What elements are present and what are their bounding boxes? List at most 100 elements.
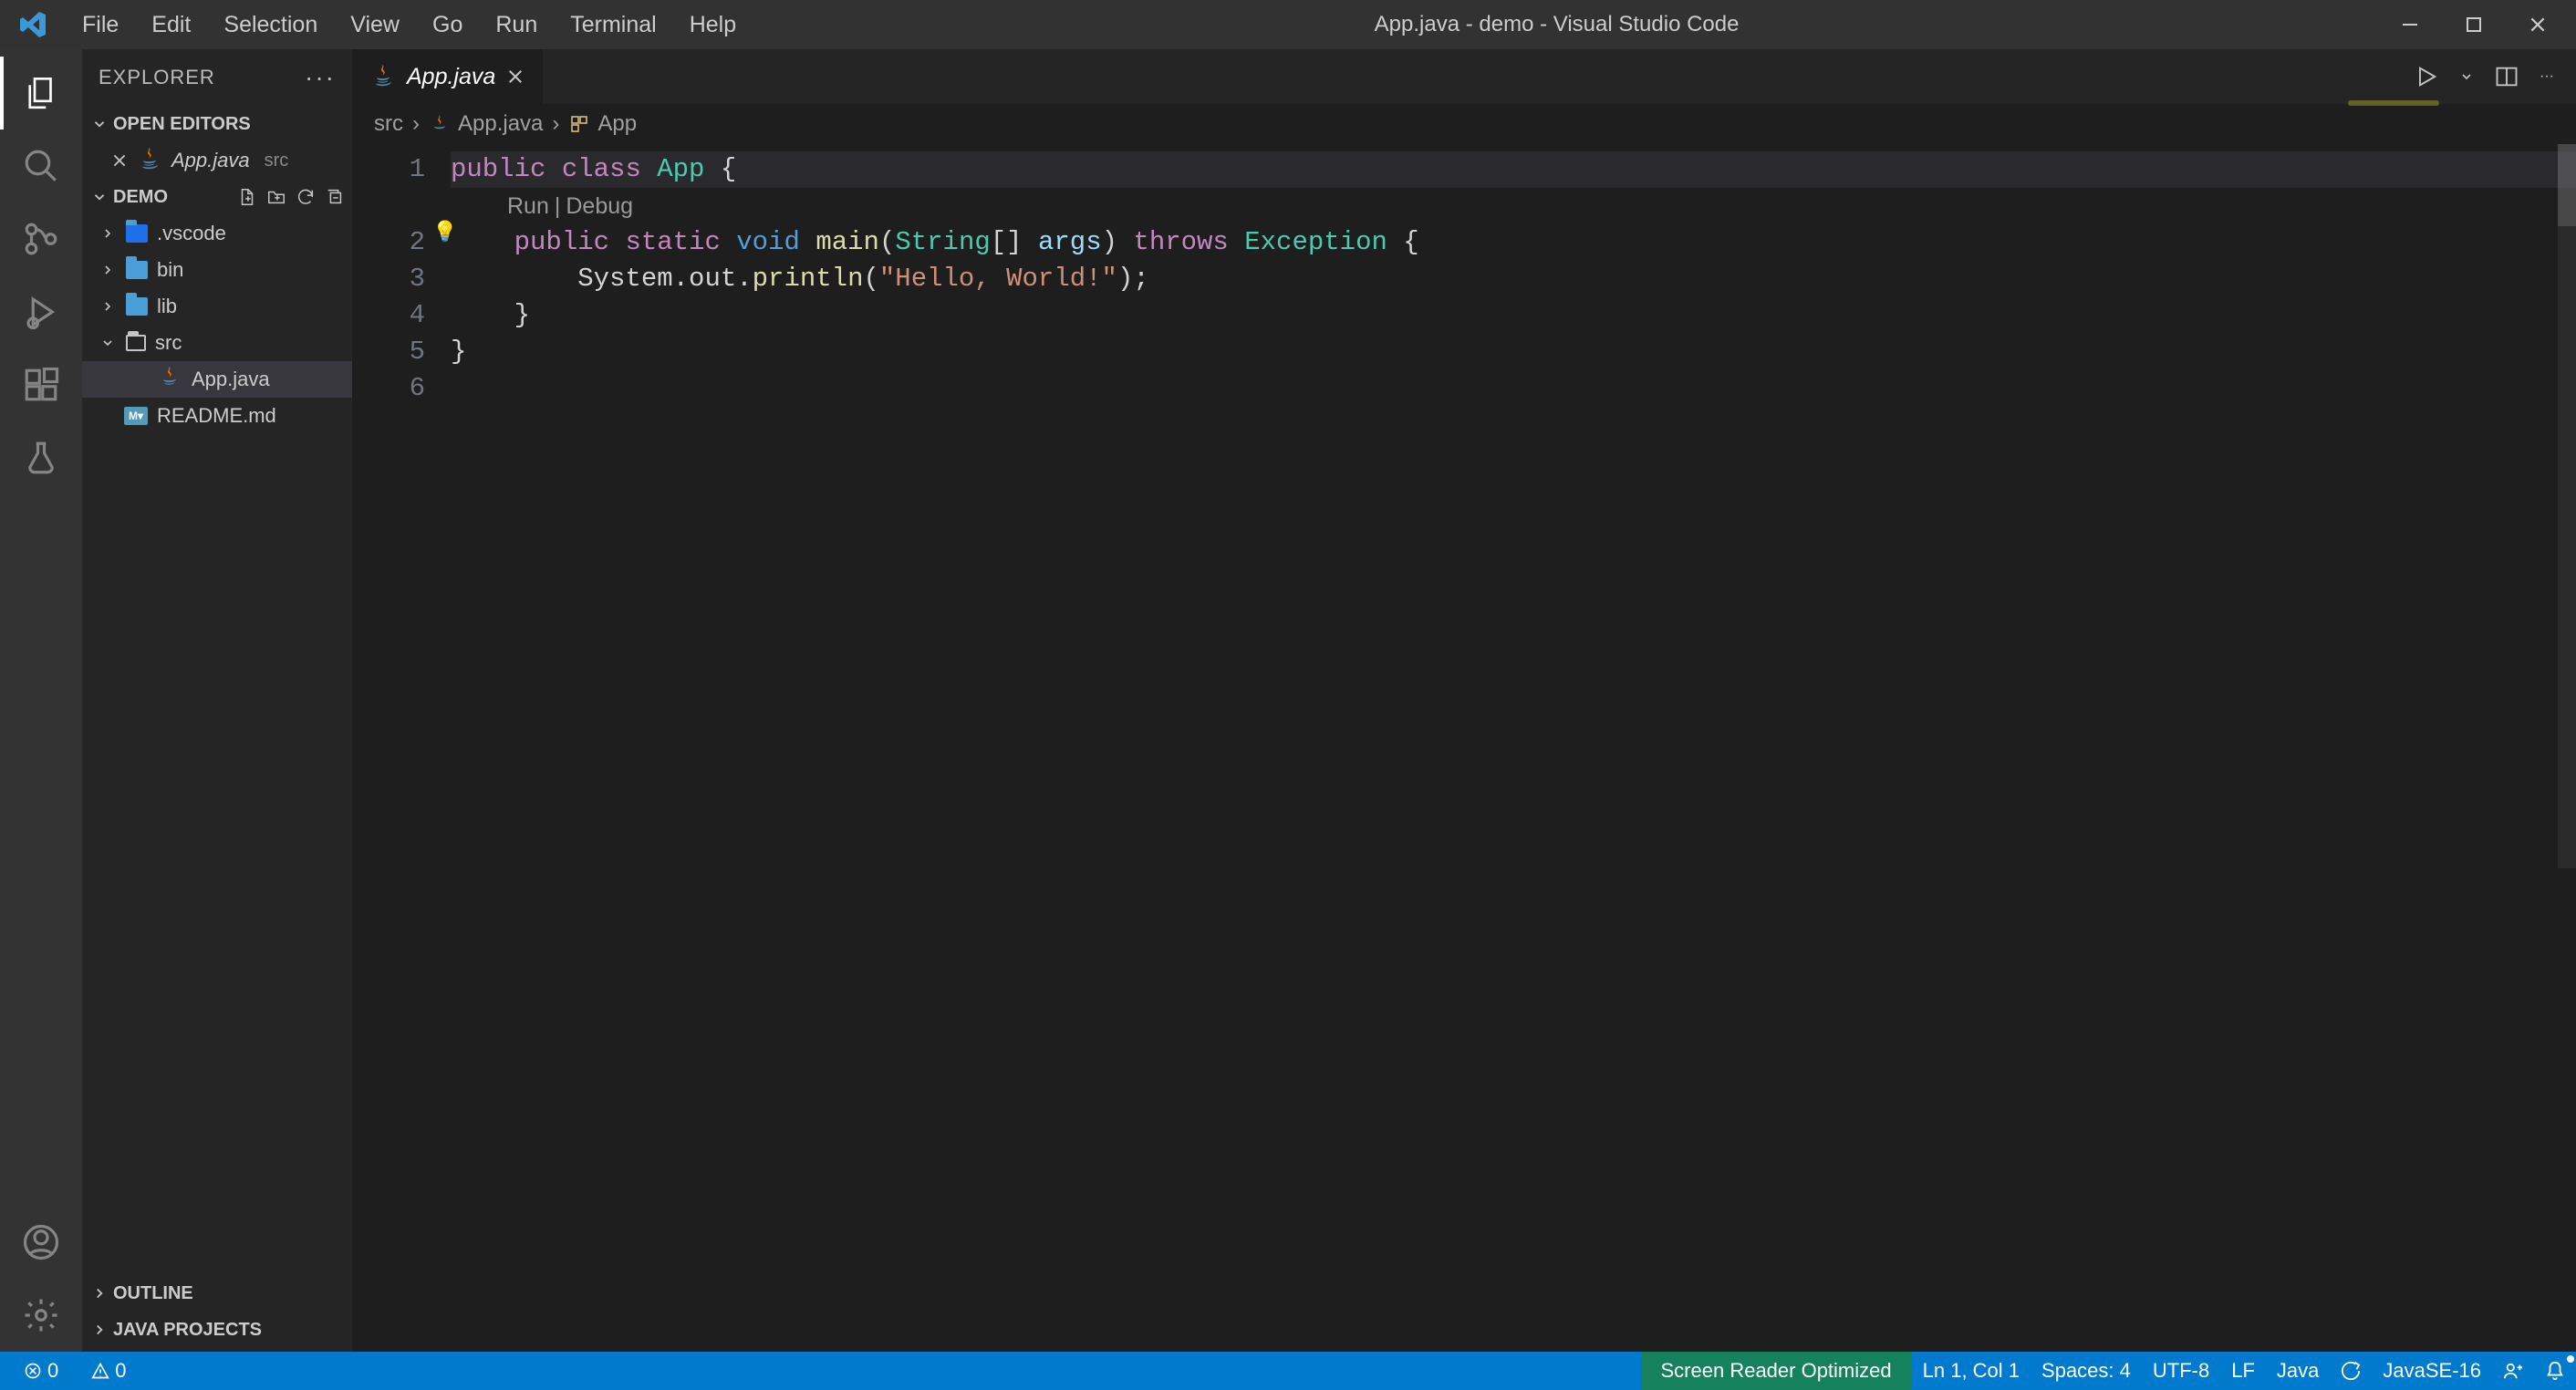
close-button[interactable] [2525,12,2550,37]
minimize-button[interactable] [2397,12,2423,37]
activity-debug-icon[interactable] [0,275,82,348]
code-line[interactable]: public class App { [451,151,2576,188]
run-dropdown-icon[interactable] [2459,69,2474,84]
code-editor[interactable]: 1 23456 💡 public class App {Run|Debug pu… [352,144,2576,1352]
status-line-col[interactable]: Ln 1, Col 1 [1912,1352,2031,1390]
run-button-icon[interactable] [2414,64,2439,89]
sidebar-more-icon[interactable]: ··· [305,63,336,92]
minimap-scrollbar[interactable] [2558,144,2576,868]
maximize-button[interactable] [2461,12,2487,37]
activity-search-icon[interactable] [0,130,82,202]
code-line[interactable]: public static void main(String[] args) t… [451,224,2576,261]
tab-close-icon[interactable] [506,67,525,86]
markdown-file-icon: M▾ [124,407,148,425]
tree-item-label: README.md [157,404,276,428]
new-file-icon[interactable] [237,187,257,207]
refresh-icon[interactable] [296,187,316,207]
menu-terminal[interactable]: Terminal [554,12,672,38]
status-encoding[interactable]: UTF-8 [2142,1352,2220,1390]
menu-selection[interactable]: Selection [207,12,334,38]
open-editor-item[interactable]: App.java src [82,142,352,179]
menu-run[interactable]: Run [479,12,554,38]
folder-icon [126,224,148,243]
breadcrumb-symbol[interactable]: App [568,111,637,137]
status-screen-reader[interactable]: Screen Reader Optimized [1641,1352,1912,1390]
folder-icon [126,261,148,279]
status-bell-icon[interactable] [2534,1352,2576,1390]
tree-folder[interactable]: .vscode [82,215,352,252]
line-number: 1 [352,151,425,188]
close-icon[interactable] [111,152,128,169]
status-warnings-count: 0 [115,1359,126,1383]
java-file-icon [137,145,162,176]
tree-folder[interactable]: bin [82,252,352,288]
tree-file[interactable]: M▾ README.md [82,398,352,434]
code-content[interactable]: 💡 public class App {Run|Debug public sta… [451,144,2576,1352]
activity-testing-icon[interactable] [0,421,82,494]
menu-help[interactable]: Help [673,12,753,38]
java-projects-label: JAVA PROJECTS [113,1320,262,1341]
status-eol[interactable]: LF [2220,1352,2266,1390]
code-line[interactable]: } [451,297,2576,334]
code-line[interactable]: System.out.println("Hello, World!"); [451,261,2576,297]
activity-account-icon[interactable] [0,1206,82,1279]
tree-item-label: .vscode [157,222,226,245]
sidebar-title-label: EXPLORER [99,66,215,89]
workspace-header[interactable]: DEMO [82,179,352,215]
menu-edit[interactable]: Edit [135,12,207,38]
outline-header[interactable]: OUTLINE [82,1275,352,1312]
folder-icon [126,297,148,316]
status-jdk[interactable]: JavaSE-16 [2372,1352,2492,1390]
editor-more-icon[interactable]: ··· [2540,68,2554,85]
sidebar-title: EXPLORER ··· [82,49,352,106]
open-editors-label: OPEN EDITORS [113,114,251,135]
new-folder-icon[interactable] [266,187,286,207]
tab-app-java[interactable]: App.java [352,49,544,104]
window-controls [2397,12,2550,37]
highlight-marker [2348,100,2439,106]
open-editor-path: src [265,150,289,171]
java-file-icon [370,62,396,92]
breadcrumb-src[interactable]: src [374,111,403,137]
tree-item-label: bin [157,258,183,282]
open-editors-header[interactable]: OPEN EDITORS [82,106,352,142]
status-warnings[interactable]: 0 [80,1352,137,1390]
java-projects-header[interactable]: JAVA PROJECTS [82,1312,352,1348]
tree-file[interactable]: App.java [82,361,352,398]
status-spaces[interactable]: Spaces: 4 [2031,1352,2142,1390]
chevron-right-icon [100,299,117,314]
breadcrumb-file-label: App.java [458,111,543,137]
menu-file[interactable]: File [66,12,135,38]
status-feedback-icon[interactable] [2330,1352,2372,1390]
activity-settings-icon[interactable] [0,1279,82,1352]
main-area: EXPLORER ··· OPEN EDITORS App.java src D… [0,49,2576,1352]
activity-bar [0,49,82,1352]
collapse-all-icon[interactable] [325,187,345,207]
code-line[interactable]: } [451,334,2576,370]
lightbulb-icon[interactable]: 💡 [432,221,457,244]
chevron-right-icon [89,1322,109,1338]
activity-extensions-icon[interactable] [0,348,82,421]
tree-folder[interactable]: lib [82,288,352,325]
vscode-logo-icon [15,6,51,43]
activity-scm-icon[interactable] [0,202,82,275]
breadcrumb-symbol-label: App [597,111,637,137]
line-number-gutter: 1 23456 [352,144,451,1352]
editor-group: App.java ··· src › App.java › [352,49,2576,1352]
tree-item-label: src [155,331,182,355]
code-line[interactable] [451,370,2576,407]
tree-folder[interactable]: src [82,325,352,361]
menu-bar: File Edit Selection View Go Run Terminal… [66,12,753,38]
menu-view[interactable]: View [334,12,416,38]
codelens-debug[interactable]: Debug [566,193,633,219]
chevron-down-icon [89,189,109,205]
breadcrumb-file[interactable]: App.java [429,111,543,137]
chevron-right-icon: › [552,111,559,137]
status-live-share-icon[interactable] [2492,1352,2534,1390]
status-language[interactable]: Java [2266,1352,2330,1390]
menu-go[interactable]: Go [416,12,479,38]
codelens-run[interactable]: Run [507,193,549,219]
activity-explorer-icon[interactable] [0,57,82,130]
status-errors[interactable]: 0 [13,1352,69,1390]
split-editor-icon[interactable] [2494,64,2519,89]
